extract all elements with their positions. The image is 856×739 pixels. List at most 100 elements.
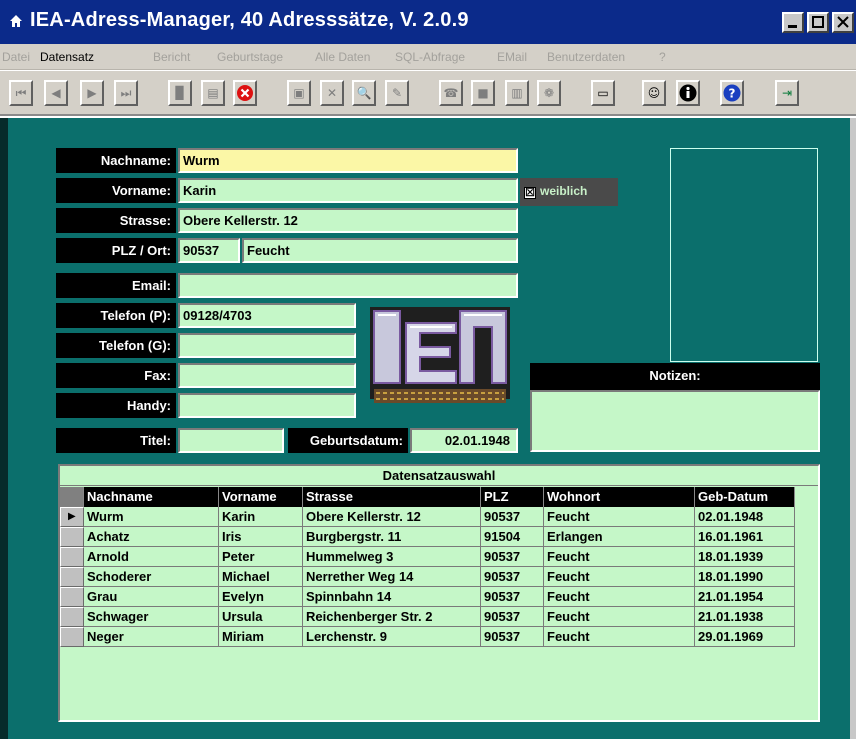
- phone-button[interactable]: ☎: [439, 80, 463, 106]
- menu-datensatz[interactable]: Datensatz: [40, 50, 94, 64]
- photo-box[interactable]: [670, 148, 818, 362]
- table-cell-plz[interactable]: 90537: [481, 547, 544, 567]
- table-cell-vorname[interactable]: Michael: [219, 567, 303, 587]
- info-button[interactable]: [676, 80, 700, 106]
- person-card-button[interactable]: ☺: [642, 80, 666, 106]
- table-cell-plz[interactable]: 90537: [481, 507, 544, 527]
- table-cell-strasse[interactable]: Nerrether Weg 14: [303, 567, 481, 587]
- previous-record-button[interactable]: ◀: [44, 80, 68, 106]
- next-record-button[interactable]: ▶: [80, 80, 104, 106]
- table-cell-nachname[interactable]: Achatz: [84, 527, 219, 547]
- plz-field[interactable]: 90537: [178, 238, 240, 263]
- table-cell-strasse[interactable]: Reichenberger Str. 2: [303, 607, 481, 627]
- handy-field[interactable]: [178, 393, 356, 418]
- table-cell-strasse[interactable]: Spinnbahn 14: [303, 587, 481, 607]
- menu-bericht[interactable]: Bericht: [153, 50, 190, 64]
- cancel-button[interactable]: ✕: [320, 80, 344, 106]
- column-header-nachname[interactable]: Nachname: [84, 487, 219, 507]
- card-button[interactable]: ▭: [591, 80, 615, 106]
- row-indicator[interactable]: [60, 527, 84, 547]
- column-header-wohnort[interactable]: Wohnort: [544, 487, 695, 507]
- table-cell-geb-datum[interactable]: 21.01.1938: [695, 607, 795, 627]
- edit-button[interactable]: ✎: [385, 80, 409, 106]
- column-header-geb-datum[interactable]: Geb-Datum: [695, 487, 795, 507]
- first-record-button[interactable]: ⏮: [9, 80, 33, 106]
- table-cell-plz[interactable]: 91504: [481, 527, 544, 547]
- table-cell-strasse[interactable]: Hummelweg 3: [303, 547, 481, 567]
- menu-help[interactable]: ?: [659, 50, 666, 64]
- table-cell-wohnort[interactable]: Feucht: [544, 547, 695, 567]
- new-record-button[interactable]: ▉: [168, 80, 192, 106]
- minimize-button[interactable]: [782, 12, 804, 33]
- table-cell-nachname[interactable]: Schwager: [84, 607, 219, 627]
- stop-button[interactable]: ■: [471, 80, 495, 106]
- menu-datei[interactable]: Datei: [2, 50, 30, 64]
- table-cell-geb-datum[interactable]: 29.01.1969: [695, 627, 795, 647]
- table-cell-nachname[interactable]: Wurm: [84, 507, 219, 527]
- strasse-field[interactable]: Obere Kellerstr. 12: [178, 208, 518, 233]
- column-header-strasse[interactable]: Strasse: [303, 487, 481, 507]
- row-indicator[interactable]: [60, 547, 84, 567]
- row-indicator[interactable]: [60, 627, 84, 647]
- table-cell-wohnort[interactable]: Feucht: [544, 507, 695, 527]
- row-indicator[interactable]: [60, 587, 84, 607]
- table-cell-nachname[interactable]: Neger: [84, 627, 219, 647]
- table-cell-nachname[interactable]: Grau: [84, 587, 219, 607]
- column-header-vorname[interactable]: Vorname: [219, 487, 303, 507]
- table-cell-vorname[interactable]: Peter: [219, 547, 303, 567]
- close-window-button[interactable]: [832, 12, 854, 33]
- geburtsdatum-field[interactable]: 02.01.1948: [410, 428, 518, 453]
- column-header-plz[interactable]: PLZ: [481, 487, 544, 507]
- vorname-field[interactable]: Karin: [178, 178, 518, 203]
- menu-alle-daten[interactable]: Alle Daten: [315, 50, 370, 64]
- table-cell-vorname[interactable]: Iris: [219, 527, 303, 547]
- titel-field[interactable]: [178, 428, 284, 453]
- menu-sql-abfrage[interactable]: SQL-Abfrage: [395, 50, 465, 64]
- table-cell-wohnort[interactable]: Feucht: [544, 567, 695, 587]
- table-cell-geb-datum[interactable]: 02.01.1948: [695, 507, 795, 527]
- table-cell-vorname[interactable]: Ursula: [219, 607, 303, 627]
- table-cell-geb-datum[interactable]: 16.01.1961: [695, 527, 795, 547]
- table-cell-strasse[interactable]: Lerchenstr. 9: [303, 627, 481, 647]
- last-record-button[interactable]: ⏭: [114, 80, 138, 106]
- fax-field[interactable]: [178, 363, 356, 388]
- email-field[interactable]: [178, 273, 518, 298]
- telefon-g-field[interactable]: [178, 333, 356, 358]
- exit-button[interactable]: ⇥: [775, 80, 799, 106]
- table-cell-plz[interactable]: 90537: [481, 627, 544, 647]
- delete-record-button[interactable]: [233, 80, 257, 106]
- maximize-button[interactable]: [807, 12, 829, 33]
- weiblich-checkbox[interactable]: ☒ weiblich: [520, 178, 618, 206]
- table-cell-nachname[interactable]: Arnold: [84, 547, 219, 567]
- row-indicator[interactable]: [60, 607, 84, 627]
- table-cell-wohnort[interactable]: Feucht: [544, 627, 695, 647]
- table-cell-wohnort[interactable]: Erlangen: [544, 527, 695, 547]
- table-cell-wohnort[interactable]: Feucht: [544, 587, 695, 607]
- book-button[interactable]: ▥: [505, 80, 529, 106]
- save-button[interactable]: ▣: [287, 80, 311, 106]
- row-indicator[interactable]: [60, 567, 84, 587]
- copy-record-button[interactable]: ▤: [201, 80, 225, 106]
- table-cell-strasse[interactable]: Obere Kellerstr. 12: [303, 507, 481, 527]
- telefon-p-field[interactable]: 09128/4703: [178, 303, 356, 328]
- menu-geburtstage[interactable]: Geburtstage: [217, 50, 283, 64]
- menu-benutzerdaten[interactable]: Benutzerdaten: [547, 50, 625, 64]
- ort-field[interactable]: Feucht: [242, 238, 518, 263]
- table-cell-wohnort[interactable]: Feucht: [544, 607, 695, 627]
- nachname-field[interactable]: Wurm: [178, 148, 518, 173]
- table-cell-plz[interactable]: 90537: [481, 607, 544, 627]
- table-cell-plz[interactable]: 90537: [481, 587, 544, 607]
- row-indicator[interactable]: ▶: [60, 507, 84, 527]
- help-button[interactable]: ?: [720, 80, 744, 106]
- notizen-field[interactable]: [530, 390, 820, 452]
- find-button[interactable]: 🔍: [352, 80, 376, 106]
- table-cell-plz[interactable]: 90537: [481, 567, 544, 587]
- table-cell-geb-datum[interactable]: 21.01.1954: [695, 587, 795, 607]
- table-cell-vorname[interactable]: Karin: [219, 507, 303, 527]
- table-cell-nachname[interactable]: Schoderer: [84, 567, 219, 587]
- table-cell-strasse[interactable]: Burgbergstr. 11: [303, 527, 481, 547]
- globe-button[interactable]: ❁: [537, 80, 561, 106]
- table-cell-vorname[interactable]: Evelyn: [219, 587, 303, 607]
- menu-email[interactable]: EMail: [497, 50, 527, 64]
- table-cell-geb-datum[interactable]: 18.01.1939: [695, 547, 795, 567]
